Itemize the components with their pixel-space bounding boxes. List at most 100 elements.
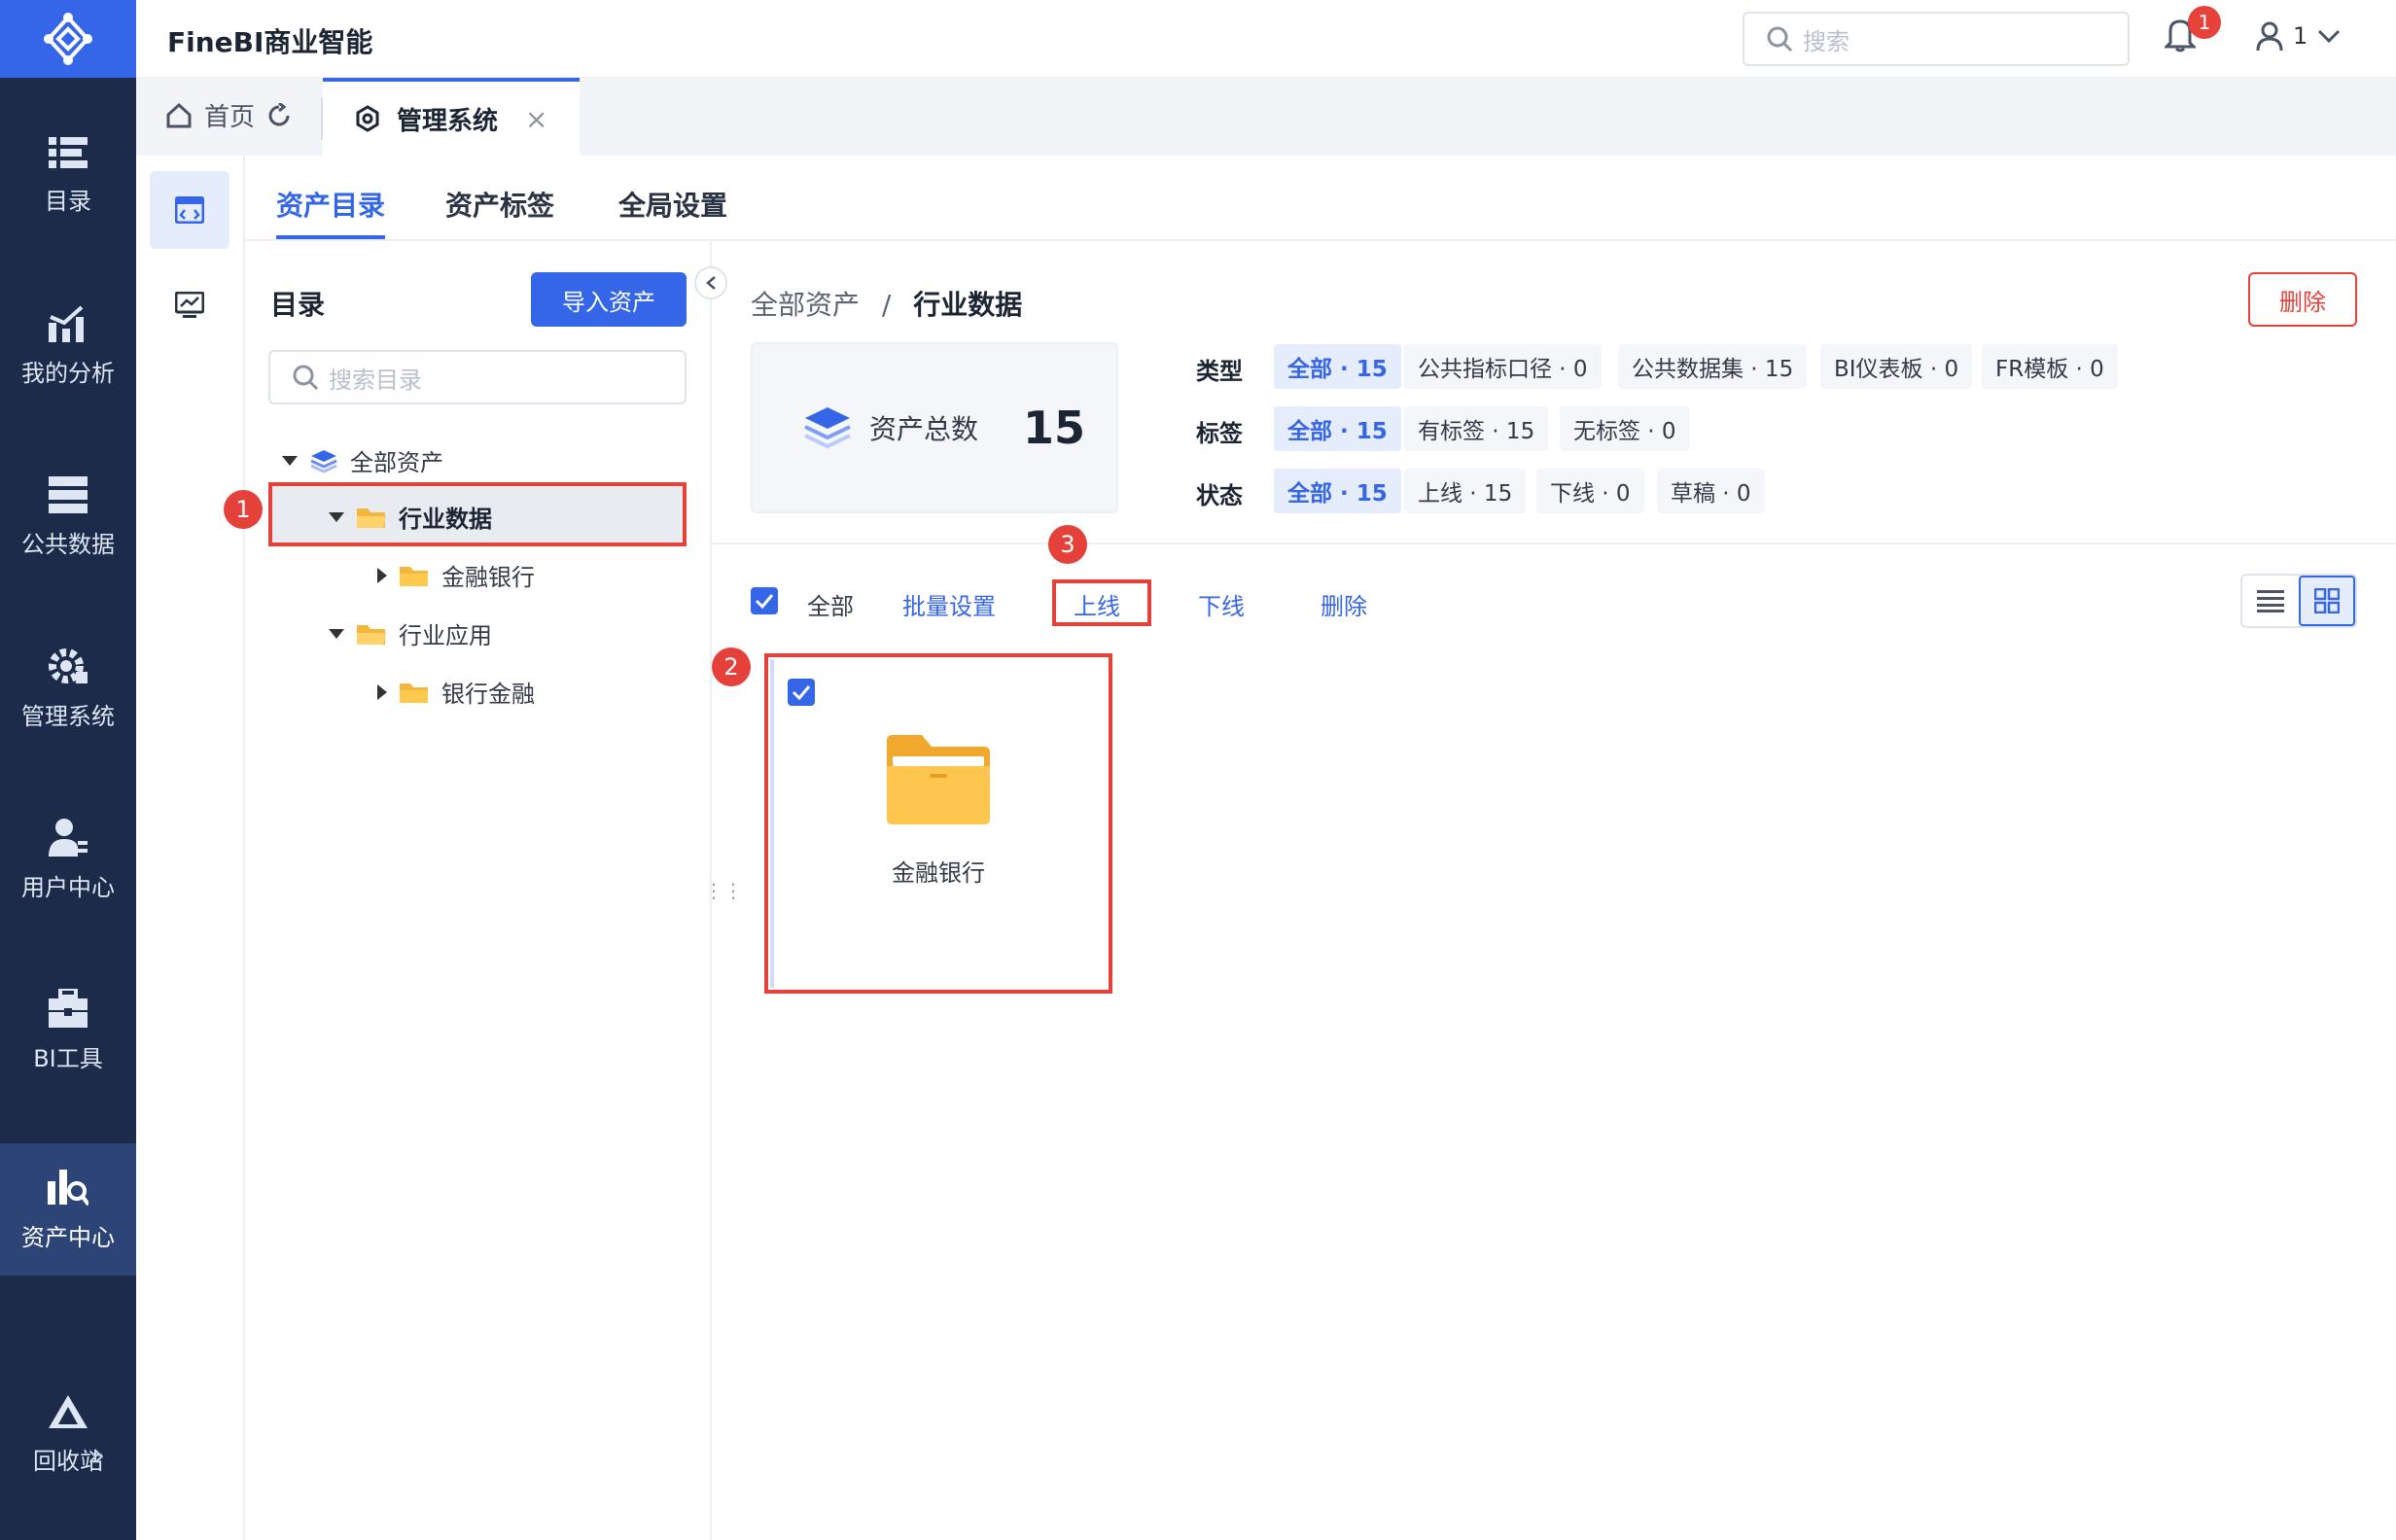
chevron-left-icon (706, 276, 716, 290)
folder-icon (400, 566, 428, 586)
user-menu[interactable]: 1 (2256, 21, 2341, 51)
analysis-icon (49, 305, 84, 342)
filter-status-label: 状态 (1196, 482, 1243, 509)
view-toggle (2240, 574, 2357, 628)
monitor-icon (175, 292, 204, 318)
chip-type-metric[interactable]: 公共指标口径 · 0 (1404, 344, 1602, 389)
user-name: 1 (2293, 22, 2308, 50)
grid-icon (2314, 588, 2340, 613)
delete-button[interactable]: 删除 (2248, 272, 2357, 327)
sub-sidebar-asset-catalog[interactable] (150, 171, 229, 249)
asset-card-checkbox[interactable] (788, 679, 815, 706)
settings-icon (356, 105, 379, 132)
folder-icon (887, 735, 990, 824)
nav-item-recycle-bin[interactable]: 回收站 (0, 1369, 136, 1501)
caret-right-icon[interactable] (377, 683, 387, 700)
tab-asset-catalog[interactable]: 资产目录 (276, 185, 385, 224)
directory-title: 目录 (270, 289, 326, 321)
tree-item-finance-bank[interactable]: 金融银行 (377, 558, 535, 592)
select-all-checkbox[interactable] (751, 587, 778, 614)
search-placeholder: 搜索 (1803, 27, 1850, 55)
offline-button[interactable]: 下线 (1198, 587, 1245, 621)
sub-sidebar (136, 156, 245, 1540)
tab-management[interactable]: 管理系统 × (323, 78, 580, 156)
public-data-icon (49, 475, 88, 513)
chip-type-dashboard[interactable]: BI仪表板 · 0 (1820, 344, 1973, 389)
filter-type-label: 类型 (1196, 358, 1243, 385)
chip-type-fr-template[interactable]: FR模板 · 0 (1982, 344, 2118, 389)
tree-item-industry-data[interactable]: 行业数据 (329, 500, 492, 534)
nav-label: BI工具 (33, 1044, 103, 1072)
folder-open-icon (357, 624, 386, 645)
tab-home-label: 首页 (204, 103, 256, 132)
chip-status-all[interactable]: 全部 · 15 (1274, 469, 1401, 513)
caret-down-icon[interactable] (329, 628, 344, 639)
chip-type-all[interactable]: 全部 · 15 (1274, 344, 1401, 389)
caret-down-icon[interactable] (329, 511, 344, 522)
chip-type-dataset[interactable]: 公共数据集 · 15 (1618, 344, 1808, 389)
tab-asset-tags[interactable]: 资产标签 (445, 185, 554, 224)
nav-item-asset-center[interactable]: 资产中心 (0, 1143, 136, 1276)
app-logo[interactable] (0, 0, 136, 78)
list-view-button[interactable] (2242, 576, 2299, 626)
check-icon (755, 594, 774, 609)
catalog-icon (49, 136, 88, 168)
grid-view-button[interactable] (2299, 576, 2355, 626)
step-marker-1: 1 (224, 490, 263, 529)
nav-item-public-data[interactable]: 公共数据 (0, 451, 136, 583)
total-assets-card: 资产总数 15 (751, 342, 1118, 513)
breadcrumb-current: 行业数据 (913, 289, 1023, 321)
search-icon (1767, 26, 1793, 52)
caret-down-icon[interactable] (282, 455, 298, 466)
bi-tool-icon (49, 988, 88, 1028)
nav-expand-button[interactable]: » (0, 1439, 136, 1473)
nav-label: 管理系统 (21, 702, 115, 730)
global-search-input[interactable]: 搜索 (1743, 12, 2130, 66)
tree-item-all-assets[interactable]: 全部资产 (282, 443, 443, 477)
breadcrumb-root[interactable]: 全部资产 (751, 289, 860, 321)
collapse-panel-button[interactable] (694, 266, 727, 299)
breadcrumb-separator: / (881, 289, 892, 321)
folder-icon (400, 682, 428, 703)
chip-tag-tagged[interactable]: 有标签 · 15 (1404, 406, 1549, 451)
home-icon (166, 102, 192, 127)
batch-delete-button[interactable]: 删除 (1321, 587, 1367, 621)
select-all-label[interactable]: 全部 (807, 587, 854, 621)
total-value: 15 (1023, 402, 1086, 454)
chip-status-draft[interactable]: 草稿 · 0 (1657, 469, 1765, 513)
tab-management-label: 管理系统 (397, 106, 499, 136)
nav-item-user-center[interactable]: 用户中心 (0, 793, 136, 926)
nav-item-analysis[interactable]: 我的分析 (0, 280, 136, 412)
page-tabs (245, 156, 2396, 241)
tree-item-bank-finance[interactable]: 银行金融 (377, 675, 535, 709)
check-icon (792, 685, 811, 700)
layers-icon (804, 407, 851, 449)
total-label: 资产总数 (869, 413, 979, 445)
tab-global-settings[interactable]: 全局设置 (618, 185, 727, 224)
nav-item-bi-tool[interactable]: BI工具 (0, 964, 136, 1097)
tree-label: 银行金融 (441, 681, 535, 708)
nav-label: 我的分析 (21, 359, 115, 387)
caret-right-icon[interactable] (377, 567, 387, 583)
online-button[interactable]: 上线 (1074, 587, 1120, 621)
nav-item-management[interactable]: 管理系统 (0, 622, 136, 754)
drag-handle-icon[interactable]: ⋮⋮ (704, 879, 743, 902)
filter-tag-label: 标签 (1196, 420, 1243, 447)
tab-home[interactable]: 首页 (165, 97, 292, 133)
refresh-icon[interactable] (266, 102, 292, 128)
chip-status-online[interactable]: 上线 · 15 (1404, 469, 1527, 513)
chip-tag-all[interactable]: 全部 · 15 (1274, 406, 1401, 451)
asset-center-icon (48, 1169, 88, 1206)
tree-item-industry-app[interactable]: 行业应用 (329, 616, 492, 650)
folder-open-icon (357, 508, 386, 528)
tree-label: 全部资产 (350, 449, 443, 476)
directory-search-input[interactable]: 搜索目录 (268, 350, 687, 404)
sub-sidebar-monitor[interactable] (150, 266, 229, 344)
close-icon[interactable]: × (525, 103, 547, 135)
nav-item-catalog[interactable]: 目录 (0, 109, 136, 241)
chip-tag-untagged[interactable]: 无标签 · 0 (1560, 406, 1690, 451)
list-icon (2257, 590, 2284, 612)
batch-settings-button[interactable]: 批量设置 (902, 587, 996, 621)
import-asset-button[interactable]: 导入资产 (531, 272, 687, 327)
chip-status-offline[interactable]: 下线 · 0 (1536, 469, 1644, 513)
